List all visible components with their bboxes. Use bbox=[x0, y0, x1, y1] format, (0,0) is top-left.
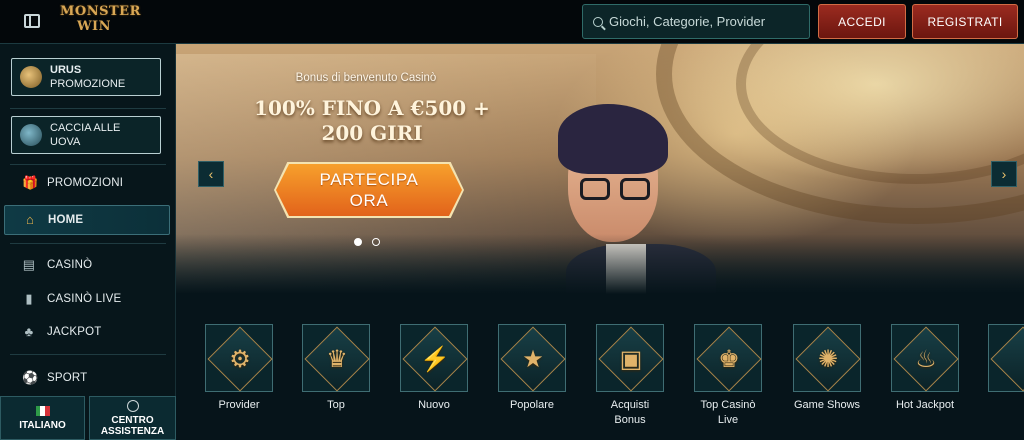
clover-icon: ♣ bbox=[24, 324, 34, 339]
search-icon bbox=[593, 16, 603, 27]
gift-icon: 🎁 bbox=[22, 175, 39, 190]
divider bbox=[10, 108, 166, 109]
category-label: Acquisti Bonus bbox=[610, 399, 650, 426]
chevron-left-icon: ‹ bbox=[208, 166, 214, 182]
sidebar-item-jackpot[interactable]: ♣ JACKPOT bbox=[0, 317, 176, 347]
category-nuovo[interactable]: ⚡ Nuovo bbox=[389, 324, 479, 413]
carousel-dot[interactable] bbox=[372, 238, 380, 246]
category-provider[interactable]: ⚙ Provider bbox=[194, 324, 284, 413]
search-box[interactable] bbox=[582, 4, 810, 39]
book-icon: ⚙ bbox=[229, 345, 251, 373]
login-button[interactable]: ACCEDI bbox=[818, 4, 906, 39]
promo-subtitle: PROMOZIONE bbox=[50, 78, 126, 90]
sidebar-item-casino-live[interactable]: ▮ CASINÒ LIVE bbox=[0, 284, 176, 314]
banner-title-line-2: 200 GIRI bbox=[321, 121, 423, 145]
sidebar-item-casino[interactable]: ▤ CASINÒ bbox=[0, 250, 176, 280]
cards-icon: ▮ bbox=[25, 291, 33, 306]
help-center-button[interactable]: CENTRO ASSISTENZA bbox=[89, 396, 176, 440]
slot-machine-icon: ▤ bbox=[22, 257, 36, 272]
home-icon: ⌂ bbox=[25, 212, 35, 227]
category-label: Top Casinò Live bbox=[700, 399, 756, 426]
category-top[interactable]: ♛ Top bbox=[291, 324, 381, 413]
promo-title: CACCIA ALLE bbox=[50, 122, 121, 134]
star-icon: ★ bbox=[522, 345, 544, 373]
sidebar-item-label: CASINÒ bbox=[47, 259, 93, 271]
language-label: ITALIANO bbox=[19, 419, 66, 431]
carousel-prev-button[interactable]: ‹ bbox=[198, 161, 224, 187]
category-top-casino-live[interactable]: ♚ Top Casinò Live bbox=[683, 324, 773, 428]
language-selector[interactable]: ITALIANO bbox=[0, 396, 85, 440]
crown-icon: ♛ bbox=[326, 345, 348, 373]
flame-icon: ♨ bbox=[915, 345, 937, 373]
lightning-icon: ⚡ bbox=[420, 345, 450, 373]
italy-flag-icon bbox=[35, 405, 50, 416]
category-label: Game Shows bbox=[793, 399, 861, 411]
top-bar: MONSTER WIN ACCEDI REGISTRATI bbox=[0, 0, 1024, 44]
logo-text-1: MONSTER bbox=[60, 4, 141, 19]
category-hot-jackpot[interactable]: ♨ Hot Jackpot bbox=[880, 324, 970, 413]
category-label: Hot Jackpot bbox=[895, 399, 955, 411]
sidebar-toggle-icon[interactable] bbox=[24, 14, 40, 28]
sidebar-item-label: HOME bbox=[48, 214, 84, 226]
category-acquisti-bonus[interactable]: ▣ Acquisti Bonus bbox=[585, 324, 675, 428]
sidebar-item-label: PROMOZIONI bbox=[47, 177, 124, 189]
banner-title: 100% FINO A €500 + 200 GIRI bbox=[222, 96, 522, 146]
promo-subtitle: UOVA bbox=[50, 136, 81, 148]
chevron-right-icon: › bbox=[1001, 166, 1007, 182]
banner-fade bbox=[176, 234, 1024, 294]
hero-banner: Bonus di benvenuto Casinò 100% FINO A €5… bbox=[176, 44, 1024, 294]
carousel-indicators bbox=[354, 238, 380, 246]
bull-icon bbox=[20, 66, 42, 88]
chip-icon: ♚ bbox=[718, 345, 740, 373]
sidebar-item-promozioni[interactable]: 🎁 PROMOZIONI bbox=[0, 168, 176, 198]
cta-line-1: PARTECIPA bbox=[319, 170, 419, 189]
promo-card-eggs[interactable]: CACCIA ALLE UOVA bbox=[11, 116, 161, 154]
category-label: Popolare bbox=[509, 399, 555, 411]
promo-card-urus[interactable]: URUS PROMOZIONE bbox=[11, 58, 161, 96]
banner-subtitle: Bonus di benvenuto Casinò bbox=[295, 72, 437, 84]
category-label: Top bbox=[327, 399, 345, 411]
wheel-icon: ✺ bbox=[817, 345, 839, 373]
sidebar-item-home[interactable]: ⌂ HOME bbox=[4, 205, 170, 235]
logo-text-2: WIN bbox=[76, 19, 112, 34]
category-partial[interactable] bbox=[976, 324, 1024, 392]
search-input[interactable] bbox=[609, 14, 799, 29]
category-game-shows[interactable]: ✺ Game Shows bbox=[782, 324, 872, 413]
divider bbox=[10, 243, 166, 244]
help-label-1: CENTRO bbox=[111, 414, 154, 426]
divider bbox=[10, 354, 166, 355]
egg-icon bbox=[20, 124, 42, 146]
ball-icon: ⚽ bbox=[22, 370, 39, 385]
sidebar: URUS PROMOZIONE CACCIA ALLE UOVA 🎁 PROMO… bbox=[0, 44, 176, 440]
promo-title: URUS bbox=[50, 64, 82, 76]
category-popolare[interactable]: ★ Popolare bbox=[487, 324, 577, 413]
carousel-dot-active[interactable] bbox=[354, 238, 362, 246]
chest-icon: ▣ bbox=[619, 345, 643, 373]
sidebar-item-sport[interactable]: ⚽ SPORT bbox=[0, 363, 176, 393]
help-label-2: ASSISTENZA bbox=[100, 425, 165, 437]
banner-title-line-1: 100% FINO A €500 + bbox=[254, 96, 490, 120]
sidebar-item-label: CASINÒ LIVE bbox=[47, 293, 122, 305]
carousel-next-button[interactable]: › bbox=[991, 161, 1017, 187]
register-button[interactable]: REGISTRATI bbox=[912, 4, 1018, 39]
help-icon bbox=[126, 399, 139, 412]
cta-line-2: ORA bbox=[349, 191, 389, 210]
category-label: Provider bbox=[218, 399, 260, 411]
sidebar-item-label: SPORT bbox=[47, 372, 88, 384]
divider bbox=[10, 164, 166, 165]
site-logo[interactable]: MONSTER WIN bbox=[60, 4, 141, 40]
category-label: Nuovo bbox=[418, 399, 450, 411]
join-now-button[interactable]: PARTECIPA ORA bbox=[274, 162, 464, 218]
sidebar-item-label: JACKPOT bbox=[47, 326, 102, 338]
category-row: ⚙ Provider ♛ Top ⚡ Nuovo ★ Popolare ▣ Ac… bbox=[176, 294, 1024, 440]
